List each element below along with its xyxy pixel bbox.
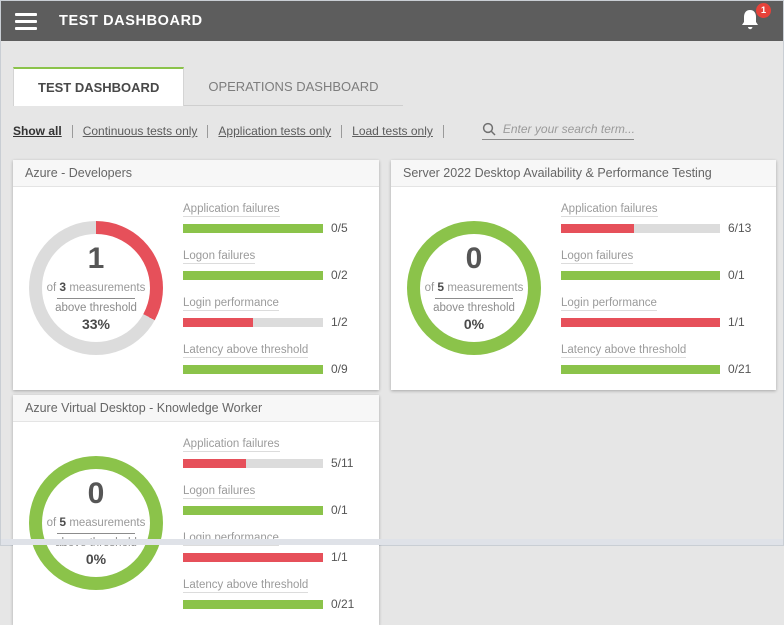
metric-row: Logon failures 0/1 — [183, 481, 365, 517]
metric-count: 1/1 — [331, 550, 365, 564]
metric-row: Application failures 5/11 — [183, 434, 365, 470]
metric-label: Logon failures — [183, 485, 255, 499]
metric-bar — [183, 600, 323, 609]
metric-bar — [561, 318, 720, 327]
dashboard-cards: Azure - Developers 1 of 3 measurements a… — [13, 160, 783, 625]
card-title: Azure Virtual Desktop - Knowledge Worker — [13, 395, 379, 422]
donut-percent: 33% — [82, 316, 110, 332]
search-input[interactable] — [503, 122, 634, 136]
metric-bar — [561, 365, 720, 374]
metric-row: Login performance 1/1 — [561, 293, 762, 329]
dashboard-tabs: TEST DASHBOARD OPERATIONS DASHBOARD — [13, 67, 771, 106]
card-azure-virtual-desktop[interactable]: Azure Virtual Desktop - Knowledge Worker… — [13, 395, 379, 625]
donut-measurements: of 3 measurements — [47, 280, 146, 294]
metric-count: 0/1 — [331, 503, 365, 517]
filter-load-tests[interactable]: Load tests only — [352, 124, 433, 138]
window-bottom-edge — [1, 539, 783, 545]
donut-value: 0 — [466, 243, 483, 275]
metric-bar — [183, 271, 323, 280]
metric-label: Latency above threshold — [183, 344, 308, 358]
metric-row: Application failures 0/5 — [183, 199, 365, 235]
donut-value: 0 — [88, 478, 105, 510]
metric-label: Login performance — [183, 297, 279, 311]
metric-label: Logon failures — [561, 250, 633, 264]
metric-label: Application failures — [561, 203, 658, 217]
metric-row: Latency above threshold 0/21 — [561, 340, 762, 376]
filter-separator — [207, 125, 208, 138]
donut-divider — [57, 533, 135, 534]
filter-show-all[interactable]: Show all — [13, 124, 62, 138]
card-azure-developers[interactable]: Azure - Developers 1 of 3 measurements a… — [13, 160, 379, 390]
donut-percent: 0% — [464, 316, 484, 332]
metric-label: Login performance — [561, 297, 657, 311]
search-icon — [482, 122, 496, 136]
metric-bar — [183, 506, 323, 515]
metric-count: 1/1 — [728, 315, 762, 329]
app-bar: TEST DASHBOARD 1 — [1, 1, 783, 41]
metric-bar — [183, 459, 323, 468]
card-title: Azure - Developers — [13, 160, 379, 187]
metric-list: Application failures 0/5 Logon failures … — [183, 199, 365, 376]
metric-label: Logon failures — [183, 250, 255, 264]
metric-label: Latency above threshold — [561, 344, 686, 358]
metric-row: Login performance 1/1 — [183, 528, 365, 564]
donut-value: 1 — [88, 243, 105, 275]
metric-bar — [183, 365, 323, 374]
metric-count: 0/9 — [331, 362, 365, 376]
notification-bell-icon[interactable]: 1 — [739, 8, 765, 34]
donut-chart: 0 of 5 measurements above threshold 0% — [29, 456, 163, 590]
metric-bar — [561, 271, 720, 280]
metric-row: Latency above threshold 0/9 — [183, 340, 365, 376]
donut-above-label: above threshold — [433, 302, 515, 314]
metric-row: Login performance 1/2 — [183, 293, 365, 329]
search-box — [482, 122, 634, 140]
tab-test-dashboard[interactable]: TEST DASHBOARD — [13, 67, 184, 106]
app-title: TEST DASHBOARD — [59, 13, 203, 29]
metric-count: 0/5 — [331, 221, 365, 235]
metric-count: 6/13 — [728, 221, 762, 235]
metric-bar — [183, 224, 323, 233]
metric-bar — [183, 553, 323, 562]
metric-count: 0/2 — [331, 268, 365, 282]
metric-row: Latency above threshold 0/21 — [183, 575, 365, 611]
donut-percent: 0% — [86, 551, 106, 567]
metric-label: Application failures — [183, 438, 280, 452]
metric-row: Logon failures 0/2 — [183, 246, 365, 282]
filter-separator — [443, 125, 444, 138]
card-title: Server 2022 Desktop Availability & Perfo… — [391, 160, 776, 187]
metric-label: Application failures — [183, 203, 280, 217]
filter-application-tests[interactable]: Application tests only — [218, 124, 331, 138]
metric-bar — [183, 318, 323, 327]
metric-list: Application failures 5/11 Logon failures… — [183, 434, 365, 611]
metric-count: 0/1 — [728, 268, 762, 282]
metric-row: Logon failures 0/1 — [561, 246, 762, 282]
donut-divider — [57, 298, 135, 299]
hamburger-menu-icon[interactable] — [15, 7, 39, 36]
metric-bar — [561, 224, 720, 233]
filter-separator — [341, 125, 342, 138]
tab-operations-dashboard[interactable]: OPERATIONS DASHBOARD — [184, 67, 402, 106]
donut-chart: 1 of 3 measurements above threshold 33% — [29, 221, 163, 355]
donut-above-label: above threshold — [55, 302, 137, 314]
filter-separator — [72, 125, 73, 138]
donut-measurements: of 5 measurements — [47, 515, 146, 529]
metric-row: Application failures 6/13 — [561, 199, 762, 235]
notification-badge: 1 — [756, 3, 771, 18]
metric-count: 5/11 — [331, 456, 365, 470]
filter-continuous-tests[interactable]: Continuous tests only — [83, 124, 198, 138]
metric-count: 0/21 — [728, 362, 762, 376]
metric-count: 1/2 — [331, 315, 365, 329]
app-window: TEST DASHBOARD 1 TEST DASHBOARD OPERATIO… — [0, 0, 784, 546]
donut-divider — [435, 298, 513, 299]
metric-label: Latency above threshold — [183, 579, 308, 593]
metric-list: Application failures 6/13 Logon failures… — [561, 199, 762, 376]
donut-chart: 0 of 5 measurements above threshold 0% — [407, 221, 541, 355]
card-server-2022-desktop[interactable]: Server 2022 Desktop Availability & Perfo… — [391, 160, 776, 390]
metric-count: 0/21 — [331, 597, 365, 611]
donut-measurements: of 5 measurements — [425, 280, 524, 294]
filter-row: Show all Continuous tests only Applicati… — [13, 122, 771, 140]
